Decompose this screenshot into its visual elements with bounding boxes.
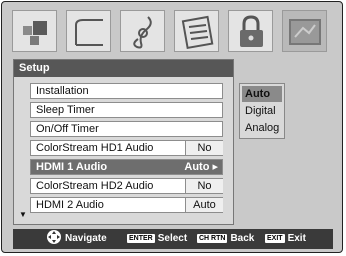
sound-menu-tab[interactable] bbox=[66, 10, 111, 52]
option-auto[interactable]: Auto bbox=[242, 86, 282, 102]
menu-item-colorstream-hd2-audio[interactable]: ColorStream HD2 Audio No bbox=[30, 178, 223, 194]
setup-icon bbox=[289, 19, 321, 45]
menu-item-label: ColorStream HD1 Audio bbox=[36, 142, 154, 154]
exit-label: Exit bbox=[287, 233, 306, 244]
menu-item-value: No bbox=[185, 141, 223, 155]
picture-menu-tab[interactable] bbox=[12, 10, 57, 52]
option-digital[interactable]: Digital bbox=[242, 103, 282, 119]
navigation-pad-icon bbox=[47, 230, 61, 244]
lock-icon bbox=[240, 15, 263, 47]
preferences-menu-tab[interactable] bbox=[120, 10, 165, 52]
menu-item-label: HDMI 1 Audio bbox=[36, 161, 108, 173]
picture-icon bbox=[23, 21, 47, 45]
setup-menu-tab[interactable] bbox=[282, 10, 327, 52]
tv-menu-screen: Setup Installation Sleep Timer On/Off Ti… bbox=[1, 1, 343, 253]
back-hint: CH RTN Back bbox=[197, 229, 254, 249]
menu-item-label: ColorStream HD2 Audio bbox=[36, 180, 154, 192]
enter-key-icon: ENTER bbox=[127, 234, 155, 243]
menu-item-label: Installation bbox=[36, 85, 89, 97]
menu-item-label: On/Off Timer bbox=[36, 123, 99, 135]
navigate-label: Navigate bbox=[65, 233, 107, 244]
locks-settings-tab[interactable] bbox=[174, 10, 219, 52]
menu-item-value: Auto ▸ bbox=[171, 160, 222, 174]
option-analog[interactable]: Analog bbox=[242, 120, 282, 136]
exit-hint: EXIT Exit bbox=[265, 229, 306, 249]
exit-key-icon: EXIT bbox=[265, 234, 285, 243]
back-label: Back bbox=[230, 233, 255, 244]
key-guide-bar: Navigate ENTER Select CH RTN Back EXIT Exit bbox=[13, 229, 333, 249]
chrtn-key-icon: CH RTN bbox=[197, 234, 228, 243]
menu-item-colorstream-hd1-audio[interactable]: ColorStream HD1 Audio No bbox=[30, 140, 223, 156]
menu-item-hdmi2-audio[interactable]: HDMI 2 Audio Auto bbox=[30, 197, 223, 213]
menu-item-sleep-timer[interactable]: Sleep Timer bbox=[30, 102, 223, 118]
menu-title: Setup bbox=[14, 60, 233, 77]
setup-menu-panel: Setup Installation Sleep Timer On/Off Ti… bbox=[13, 59, 234, 225]
sound-icon bbox=[75, 19, 103, 46]
audio-options-popup: Auto Digital Analog bbox=[239, 83, 285, 139]
menu-item-label: Sleep Timer bbox=[36, 104, 95, 116]
select-hint: ENTER Select bbox=[127, 229, 187, 249]
menu-item-value: No bbox=[185, 179, 223, 193]
navigate-hint: Navigate bbox=[47, 229, 107, 249]
select-label: Select bbox=[157, 233, 188, 244]
scroll-down-arrow-icon[interactable]: ▼ bbox=[19, 210, 27, 219]
menu-icon-bar bbox=[12, 10, 339, 55]
menu-item-hdmi1-audio[interactable]: HDMI 1 Audio Auto ▸ bbox=[30, 159, 223, 175]
menu-item-label: HDMI 2 Audio bbox=[36, 199, 104, 211]
menu-item-value: Auto bbox=[185, 198, 223, 212]
lock-menu-tab[interactable] bbox=[228, 10, 273, 52]
settings-sliders-icon bbox=[181, 15, 214, 50]
preferences-icon bbox=[133, 16, 152, 49]
menu-item-on-off-timer[interactable]: On/Off Timer bbox=[30, 121, 223, 137]
menu-item-installation[interactable]: Installation bbox=[30, 83, 223, 99]
